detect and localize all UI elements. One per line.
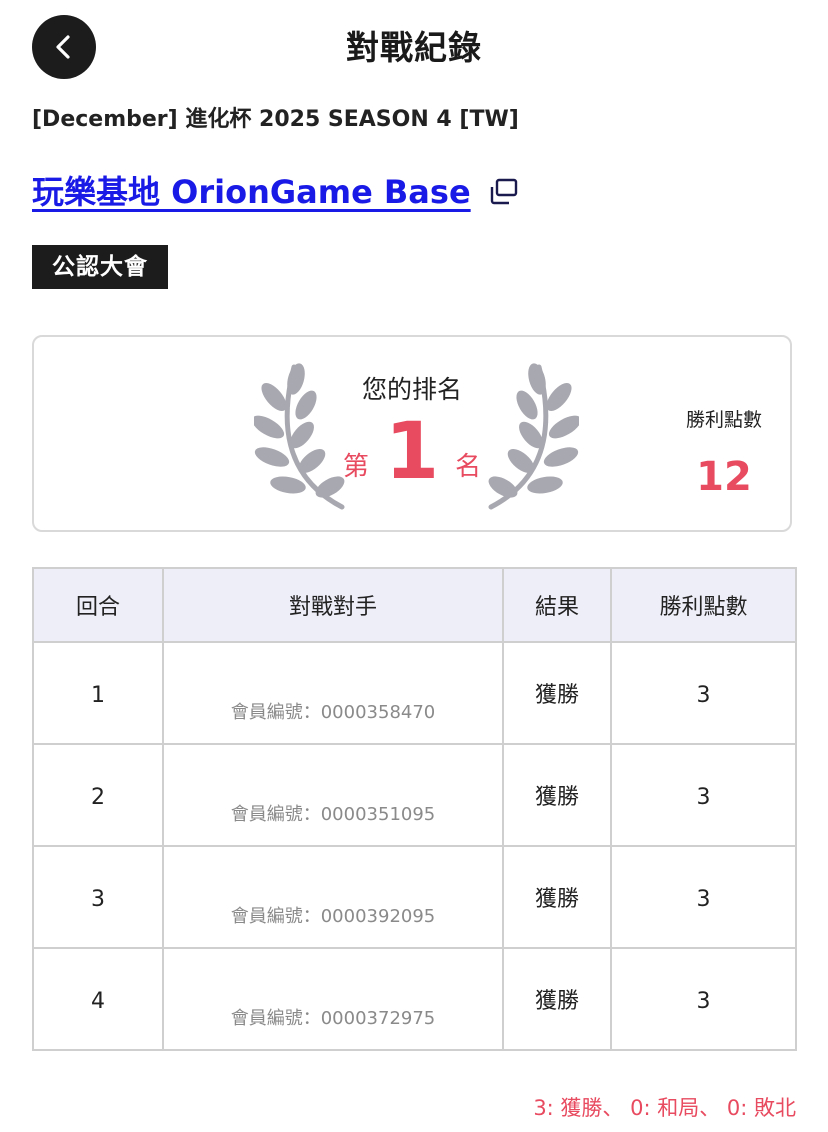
header-points: 勝利點數 [610, 567, 797, 643]
points-legend: 3: 獲勝、 0: 和局、 0: 敗北 [533, 1096, 796, 1120]
match-points: 3 [696, 989, 711, 1014]
round-cell: 2 [32, 743, 164, 847]
official-event-badge: 公認大會 [32, 245, 168, 289]
round-cell: 1 [32, 641, 164, 745]
match-record-page: 對戰紀錄 [December] 進化杯 2025 SEASON 4 [TW] 玩… [0, 0, 828, 1132]
match-result: 獲勝 [534, 683, 579, 708]
points-label: 勝利點數 [685, 409, 762, 431]
match-points: 3 [696, 785, 711, 810]
round-number: 3 [91, 887, 105, 912]
rank-number: 1 [384, 407, 440, 497]
header-opponent: 對戰對手 [162, 567, 504, 643]
points-value: 12 [696, 454, 752, 500]
table-row: 4 會員編號：0000372975 獲勝 3 [32, 947, 797, 1051]
points-cell: 3 [610, 743, 797, 847]
store-row: 玩樂基地 OrionGame Base [32, 170, 519, 214]
page-title: 對戰紀錄 [346, 28, 482, 67]
result-cell: 獲勝 [502, 947, 612, 1051]
store-link[interactable]: 玩樂基地 OrionGame Base [32, 170, 471, 214]
match-result: 獲勝 [534, 785, 579, 810]
ranking-card: 您的排名 第 1 名 勝利點數 12 [32, 335, 792, 532]
round-number: 2 [91, 785, 105, 810]
round-number: 4 [91, 989, 105, 1014]
points-cell: 3 [610, 641, 797, 745]
match-result: 獲勝 [534, 989, 579, 1014]
table-header-row: 回合 對戰對手 結果 勝利點數 [32, 567, 797, 643]
rank-prefix: 第 [342, 452, 369, 482]
match-points: 3 [696, 683, 711, 708]
opponent-cell: 會員編號：0000358470 [162, 641, 504, 745]
points-cell: 3 [610, 845, 797, 949]
result-cell: 獲勝 [502, 845, 612, 949]
opponent-member-id: 會員編號：0000392095 [230, 906, 436, 927]
table-row: 2 會員編號：0000351095 獲勝 3 [32, 743, 797, 847]
opponent-cell: 會員編號：0000351095 [162, 743, 504, 847]
external-link-icon[interactable] [489, 177, 519, 207]
opponent-member-id: 會員編號：0000372975 [230, 1008, 436, 1029]
table-row: 1 會員編號：0000358470 獲勝 3 [32, 641, 797, 745]
round-cell: 4 [32, 947, 164, 1051]
header-result: 結果 [502, 567, 612, 643]
match-table: 回合 對戰對手 結果 勝利點數 1 會員編號：0000358470 獲勝 3 2… [32, 567, 797, 1051]
round-cell: 3 [32, 845, 164, 949]
header-round: 回合 [32, 567, 164, 643]
opponent-cell: 會員編號：0000372975 [162, 947, 504, 1051]
opponent-member-id: 會員編號：0000358470 [230, 702, 436, 723]
event-name: [December] 進化杯 2025 SEASON 4 [TW] [32, 107, 519, 132]
laurel-wreath-right-icon [488, 363, 579, 510]
table-row: 3 會員編號：0000392095 獲勝 3 [32, 845, 797, 949]
match-points: 3 [696, 887, 711, 912]
match-result: 獲勝 [534, 887, 579, 912]
opponent-cell: 會員編號：0000392095 [162, 845, 504, 949]
result-cell: 獲勝 [502, 641, 612, 745]
points-cell: 3 [610, 947, 797, 1051]
opponent-member-id: 會員編號：0000351095 [230, 804, 436, 825]
round-number: 1 [91, 683, 105, 708]
result-cell: 獲勝 [502, 743, 612, 847]
